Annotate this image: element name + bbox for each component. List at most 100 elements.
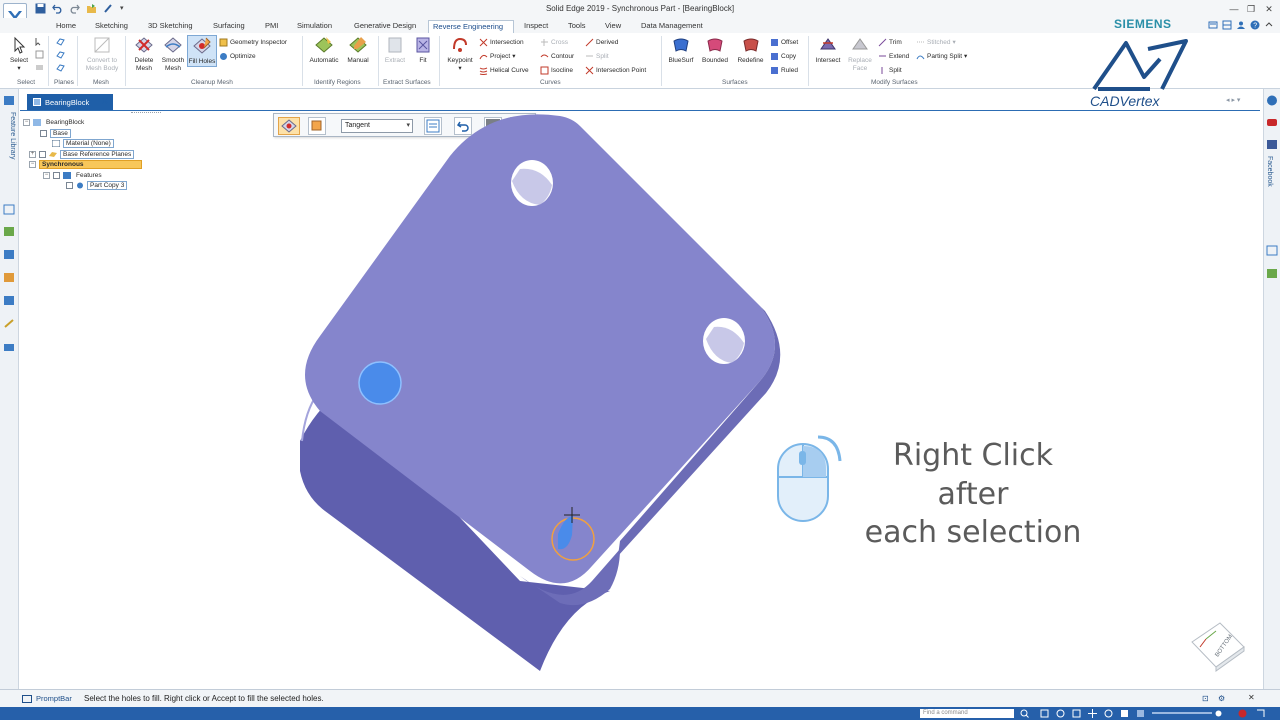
prompt-options-icon[interactable]: ⚙ — [1218, 694, 1225, 703]
family-icon[interactable] — [3, 272, 15, 283]
stitched-button[interactable]: Stitched ▾ — [916, 37, 956, 48]
help-icon[interactable]: ? — [1250, 20, 1260, 30]
tab-inspect[interactable]: Inspect — [520, 20, 552, 33]
tab-surfacing[interactable]: Surfacing — [209, 20, 249, 33]
zoom-slider[interactable] — [1152, 712, 1212, 714]
close-document-button[interactable]: ✕ — [101, 96, 109, 107]
intersection-button[interactable]: Intersection — [479, 37, 524, 48]
ruled-button[interactable]: Ruled — [770, 65, 798, 76]
shading-icon[interactable] — [1136, 709, 1145, 718]
save-icon[interactable] — [35, 3, 47, 14]
tab-tools[interactable]: Tools — [564, 20, 590, 33]
bounded-button[interactable]: Bounded — [700, 35, 730, 65]
cross-button[interactable]: Cross — [540, 37, 568, 48]
bluesurf-button[interactable]: BlueSurf — [665, 35, 697, 65]
rotate-icon[interactable] — [1104, 709, 1113, 718]
tab-generative-design[interactable]: Generative Design — [350, 20, 420, 33]
graphics-window[interactable]: BOTTOM — [20, 111, 1260, 689]
project-button[interactable]: Project ▾ — [479, 51, 516, 62]
plane-icon-1[interactable] — [56, 36, 65, 47]
tab-sketching[interactable]: Sketching — [91, 20, 132, 33]
link-icon[interactable] — [3, 318, 15, 329]
extend-button[interactable]: Extend — [878, 51, 909, 62]
pan-icon[interactable] — [1088, 709, 1097, 718]
pathfinder-icon[interactable] — [3, 95, 15, 106]
properties-icon[interactable] — [1266, 245, 1278, 256]
parting-split-button[interactable]: Parting Split ▾ — [916, 51, 967, 62]
assembly-icon[interactable] — [3, 341, 15, 352]
feature-library-tab[interactable]: Feature Library — [2, 112, 16, 159]
restore-button[interactable]: ❐ — [1243, 2, 1259, 16]
isocline-button[interactable]: Isocline — [540, 65, 573, 76]
expand-icon[interactable] — [1256, 709, 1265, 718]
sensors-icon[interactable] — [3, 226, 15, 237]
select-button[interactable]: Select ▾ — [4, 35, 34, 72]
settings-icon[interactable] — [1214, 709, 1223, 718]
keypoint-button[interactable]: Keypoint ▾ — [443, 35, 477, 72]
fill-holes-button[interactable]: Fill Holes — [187, 35, 217, 67]
fit-button[interactable]: Fit — [408, 35, 438, 65]
replace-face-button[interactable]: Replace Face — [845, 35, 875, 72]
minimize-button[interactable]: — — [1226, 2, 1242, 16]
undo-icon[interactable] — [52, 3, 64, 14]
layout-icon[interactable] — [1222, 20, 1232, 30]
trim-button[interactable]: Trim — [878, 37, 902, 48]
intersection-point-button[interactable]: Intersection Point — [585, 65, 646, 76]
select-tool-icon[interactable] — [35, 36, 44, 47]
youtube-icon[interactable] — [1266, 117, 1278, 128]
redo-icon[interactable] — [69, 3, 81, 14]
search-icon[interactable] — [1020, 709, 1029, 718]
fit-view-icon[interactable] — [1072, 709, 1081, 718]
customize-dropdown-icon[interactable]: ▾ — [120, 3, 132, 14]
plane-icon-2[interactable] — [56, 49, 65, 60]
variables-icon[interactable] — [3, 295, 15, 306]
prompt-pin-icon[interactable]: ⊡ — [1202, 694, 1209, 703]
ribbon-collapse-icon[interactable] — [1264, 20, 1274, 30]
facebook-icon[interactable] — [1266, 139, 1278, 150]
close-status-icon[interactable] — [1238, 709, 1247, 718]
help-docs-icon[interactable] — [1208, 20, 1218, 30]
promptbar-toggle[interactable]: PromptBar — [22, 694, 72, 703]
zoom-area-icon[interactable] — [1040, 709, 1049, 718]
plane-icon-3[interactable] — [56, 62, 65, 73]
copy-button[interactable]: Copy — [770, 51, 796, 62]
tab-data-management[interactable]: Data Management — [637, 20, 707, 33]
filter-icon[interactable] — [35, 49, 44, 60]
tab-pmi[interactable]: PMI — [261, 20, 282, 33]
manual-button[interactable]: Manual — [343, 35, 373, 65]
split-button[interactable]: Split — [878, 65, 902, 76]
close-window-button[interactable]: ✕ — [1261, 2, 1277, 16]
tab-view[interactable]: View — [601, 20, 625, 33]
view-orientation-icon[interactable] — [1120, 709, 1129, 718]
zoom-in-icon[interactable] — [1056, 709, 1065, 718]
help-panel-icon[interactable] — [1266, 95, 1278, 106]
edge-icon[interactable] — [103, 3, 115, 14]
find-command-input[interactable]: Find a command — [920, 709, 1014, 718]
offset-button[interactable]: Offset — [770, 37, 798, 48]
tab-reverse-engineering[interactable]: Reverse Engineering — [428, 20, 514, 33]
smooth-mesh-button[interactable]: Smooth Mesh — [158, 35, 188, 72]
view-cube[interactable]: BOTTOM — [1191, 622, 1245, 672]
tab-scroll-arrows[interactable]: ◂ ▸ ▾ — [1226, 96, 1240, 104]
user-icon[interactable] — [1236, 20, 1246, 30]
extract-button[interactable]: Extract — [380, 35, 410, 65]
hole-left-selected[interactable] — [358, 361, 402, 405]
contour-button[interactable]: Contour — [540, 51, 574, 62]
tab-home[interactable]: Home — [52, 20, 80, 33]
sensor-icon[interactable] — [1266, 268, 1278, 279]
layers-icon[interactable] — [3, 204, 15, 215]
automatic-button[interactable]: Automatic — [306, 35, 342, 65]
intersect-button[interactable]: Intersect — [812, 35, 844, 65]
optimize-button[interactable]: Optimize — [219, 51, 256, 62]
derived-button[interactable]: Derived — [585, 37, 618, 48]
split-curve-button[interactable]: Split — [585, 51, 609, 62]
convert-to-mesh-body-button[interactable]: Convert to Mesh Body — [83, 35, 121, 72]
facebook-tab[interactable]: Facebook — [1266, 156, 1273, 187]
delete-mesh-button[interactable]: Delete Mesh — [129, 35, 159, 72]
tab-3d-sketching[interactable]: 3D Sketching — [144, 20, 197, 33]
helical-curve-button[interactable]: Helical Curve — [479, 65, 529, 76]
quickpick-icon[interactable] — [35, 62, 44, 73]
geometry-inspector-button[interactable]: Geometry Inspector — [219, 37, 287, 48]
prompt-close-icon[interactable]: ✕ — [1248, 693, 1255, 702]
tab-simulation[interactable]: Simulation — [293, 20, 336, 33]
